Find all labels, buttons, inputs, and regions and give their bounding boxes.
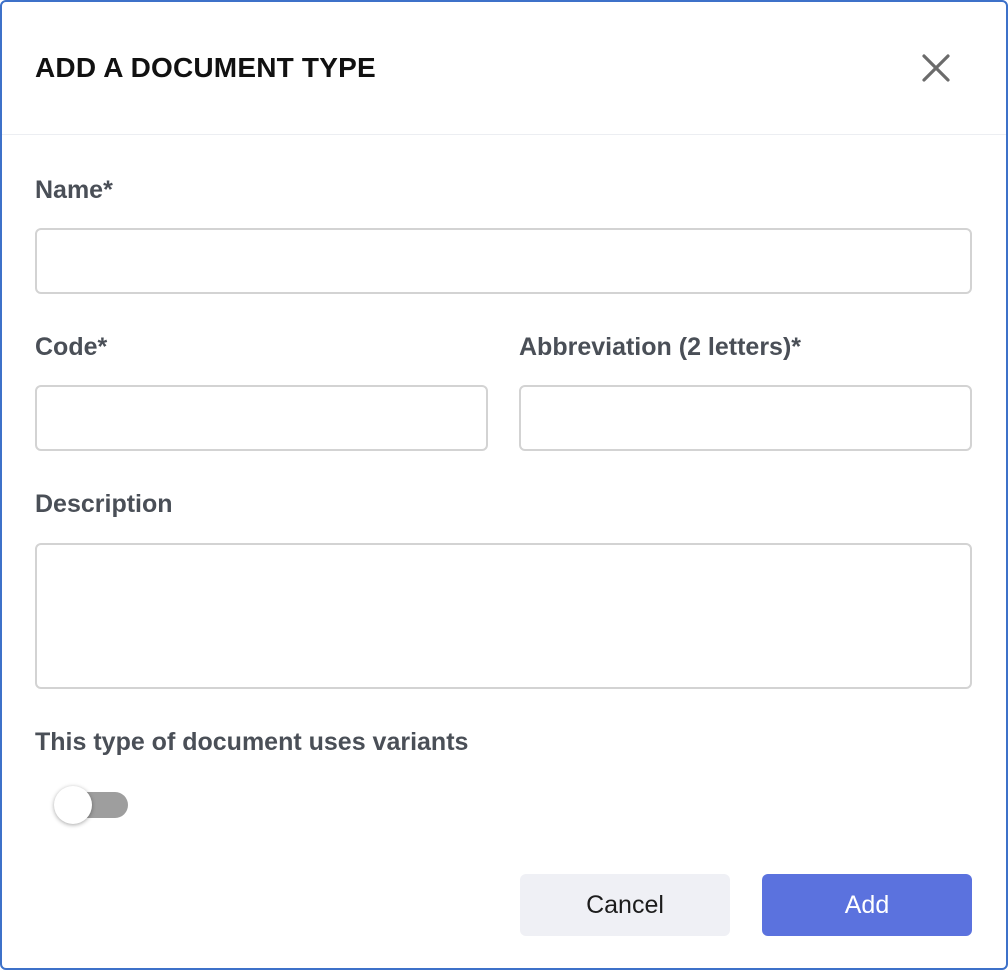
abbreviation-input[interactable] <box>519 385 972 451</box>
code-input[interactable] <box>35 385 488 451</box>
code-label: Code* <box>35 333 108 361</box>
toggle-knob <box>54 786 92 824</box>
name-input[interactable] <box>35 228 972 294</box>
variants-toggle[interactable] <box>54 786 130 824</box>
name-label: Name* <box>35 176 113 204</box>
add-button[interactable]: Add <box>762 874 972 936</box>
close-icon <box>922 54 950 82</box>
dialog-header: ADD A DOCUMENT TYPE <box>2 2 1006 135</box>
close-button[interactable] <box>916 48 956 88</box>
abbreviation-label: Abbreviation (2 letters)* <box>519 333 802 361</box>
variants-label: This type of document uses variants <box>35 728 469 756</box>
cancel-button[interactable]: Cancel <box>520 874 730 936</box>
add-document-type-dialog: ADD A DOCUMENT TYPE Name* Code* Abbrevia… <box>0 0 1008 970</box>
description-textarea[interactable] <box>35 543 972 689</box>
description-label: Description <box>35 490 173 518</box>
dialog-title: ADD A DOCUMENT TYPE <box>35 52 376 83</box>
